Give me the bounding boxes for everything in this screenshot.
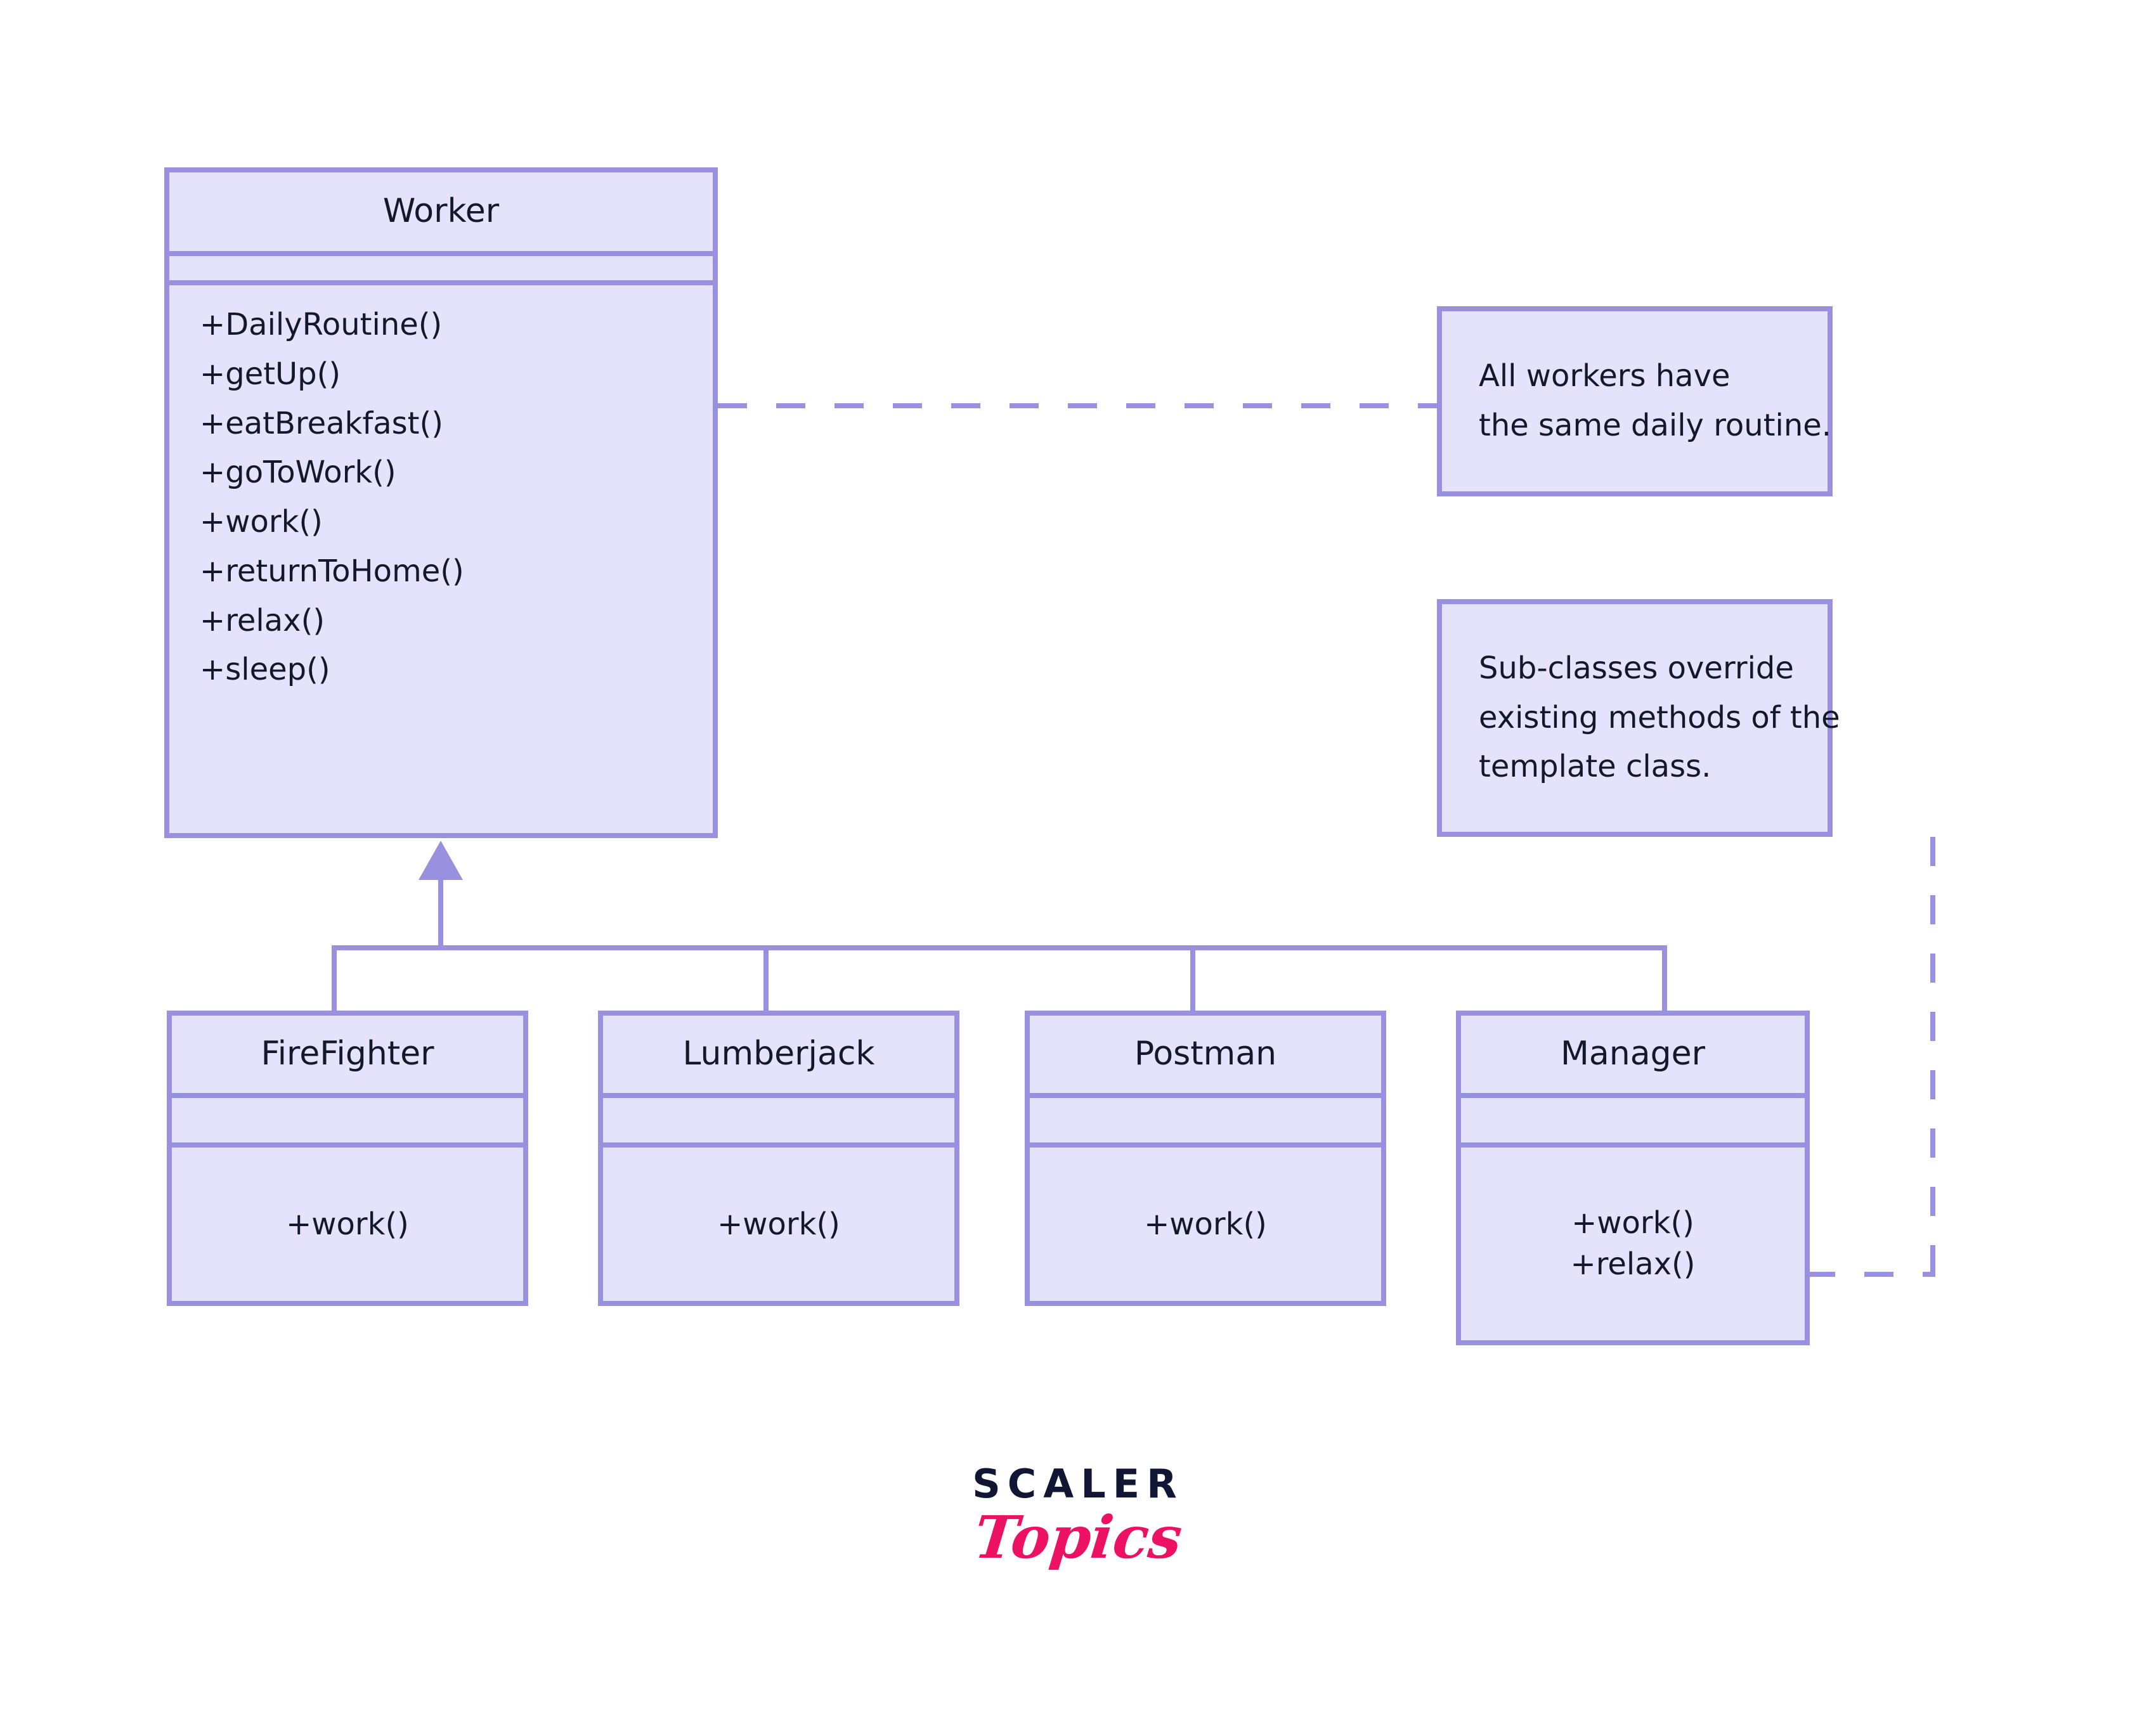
method-line: +goToWork() <box>200 455 396 491</box>
class-title-compartment-worker: Worker <box>169 172 713 256</box>
class-methods-compartment-postman: +work() <box>1030 1148 1381 1301</box>
note-line: existing methods of the <box>1479 699 1840 735</box>
logo-text-topics: Topics <box>971 1503 1185 1572</box>
note-link-dashed-override-vertical <box>1930 837 1935 1274</box>
note-line: Sub-classes override <box>1479 650 1794 686</box>
class-title-compartment-lumberjack: Lumberjack <box>603 1016 954 1098</box>
generalization-arrowhead-icon <box>419 841 463 880</box>
class-attributes-compartment-worker <box>169 256 713 285</box>
note-line: the same daily routine. <box>1479 408 1832 443</box>
note-line: All workers have <box>1479 358 1731 394</box>
method-line: +relax() <box>1570 1246 1696 1282</box>
class-methods-compartment-firefighter: +work() <box>172 1148 523 1301</box>
class-box-firefighter[interactable]: FireFighter +work() <box>167 1011 528 1306</box>
class-name-lumberjack: Lumberjack <box>682 1035 875 1073</box>
generalization-drop-manager <box>1662 945 1667 1012</box>
class-name-manager: Manager <box>1561 1035 1705 1073</box>
method-line: +work() <box>717 1206 840 1242</box>
generalization-drop-lumberjack <box>763 945 769 1012</box>
diagram-canvas: Worker +DailyRoutine() +getUp() +eatBrea… <box>0 0 2156 1720</box>
class-attributes-compartment-firefighter <box>172 1098 523 1148</box>
method-line: +relax() <box>200 602 325 638</box>
method-line: +returnToHome() <box>200 553 464 589</box>
method-line: +DailyRoutine() <box>200 307 443 342</box>
class-attributes-compartment-manager <box>1461 1098 1805 1148</box>
generalization-drop-firefighter <box>332 945 337 1012</box>
logo-text-scaler: SCALER <box>972 1461 1184 1507</box>
class-methods-compartment-manager: +work() +relax() <box>1461 1148 1805 1340</box>
note-line: template class. <box>1479 749 1711 785</box>
note-link-dashed-override-horizontal <box>1806 1272 1935 1277</box>
class-title-compartment-postman: Postman <box>1030 1016 1381 1098</box>
class-box-postman[interactable]: Postman +work() <box>1025 1011 1386 1306</box>
method-line: +work() <box>286 1206 409 1242</box>
method-line: +work() <box>1144 1206 1267 1242</box>
note-box-daily-routine[interactable]: All workers have the same daily routine. <box>1437 306 1833 496</box>
class-name-postman: Postman <box>1134 1035 1277 1073</box>
class-name-firefighter: FireFighter <box>261 1035 434 1073</box>
generalization-bus-line <box>332 945 1667 950</box>
class-attributes-compartment-postman <box>1030 1098 1381 1148</box>
method-line: +work() <box>200 504 323 540</box>
class-methods-compartment-worker: +DailyRoutine() +getUp() +eatBreakfast()… <box>169 285 713 833</box>
method-line: +eatBreakfast() <box>200 405 443 441</box>
note-box-override[interactable]: Sub-classes override existing methods of… <box>1437 599 1840 837</box>
class-title-compartment-manager: Manager <box>1461 1016 1805 1098</box>
class-box-worker[interactable]: Worker +DailyRoutine() +getUp() +eatBrea… <box>164 167 718 838</box>
note-link-dashed-worker <box>718 403 1442 408</box>
class-name-worker: Worker <box>382 192 500 231</box>
class-methods-compartment-lumberjack: +work() <box>603 1148 954 1301</box>
method-line: +work() <box>1571 1205 1694 1241</box>
method-line: +getUp() <box>200 356 341 392</box>
class-attributes-compartment-lumberjack <box>603 1098 954 1148</box>
scaler-topics-logo: SCALER Topics <box>929 1461 1227 1572</box>
generalization-drop-postman <box>1190 945 1195 1012</box>
class-title-compartment-firefighter: FireFighter <box>172 1016 523 1098</box>
method-line: +sleep() <box>200 652 330 688</box>
class-box-lumberjack[interactable]: Lumberjack +work() <box>598 1011 959 1306</box>
class-box-manager[interactable]: Manager +work() +relax() <box>1456 1011 1810 1345</box>
generalization-stem <box>438 879 443 950</box>
